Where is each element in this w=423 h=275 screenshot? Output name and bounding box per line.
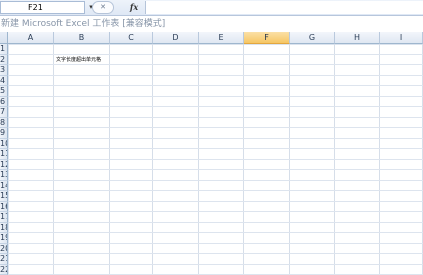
column-gridline	[198, 44, 199, 275]
row-header-2[interactable]: 2	[0, 54, 8, 65]
row-header-14[interactable]: 14	[0, 180, 8, 191]
column-header-b[interactable]: B	[54, 32, 110, 44]
row-gridline	[8, 158, 423, 160]
row-gridline	[8, 137, 423, 139]
row-gridline	[8, 116, 423, 118]
row-header-4[interactable]: 4	[0, 75, 8, 86]
row-gridline	[8, 221, 423, 223]
row-header-3[interactable]: 3	[0, 65, 8, 76]
column-header-a[interactable]: A	[8, 32, 54, 44]
column-header-f[interactable]: F	[244, 32, 290, 44]
row-gridline	[8, 242, 423, 244]
cell-b2[interactable]: 文字长度超出单元格	[56, 56, 101, 64]
row-gridline	[8, 169, 423, 170]
row-gridline	[8, 211, 423, 212]
row-header-12[interactable]: 12	[0, 159, 8, 170]
row-gridline	[8, 263, 423, 265]
formula-bar: F21 ▾ ✕ fx	[0, 0, 423, 16]
column-header-h[interactable]: H	[335, 32, 380, 44]
row-gridline	[8, 64, 423, 65]
row-gridline	[8, 200, 423, 202]
workbook-title: 新建 Microsoft Excel 工作表 [兼容模式]	[1, 19, 166, 29]
name-box[interactable]: F21	[0, 1, 85, 14]
column-gridline	[289, 44, 290, 275]
row-gridline	[8, 190, 423, 191]
row-header-6[interactable]: 6	[0, 96, 8, 107]
column-header-c[interactable]: C	[110, 32, 153, 44]
close-icon[interactable]: ✕	[92, 1, 114, 14]
column-header-e[interactable]: E	[199, 32, 244, 44]
row-header-10[interactable]: 10	[0, 138, 8, 149]
row-header-13[interactable]: 13	[0, 170, 8, 181]
column-gridline	[152, 44, 153, 275]
row-header-9[interactable]: 9	[0, 128, 8, 139]
row-gridline	[8, 148, 423, 149]
row-header-7[interactable]: 7	[0, 107, 8, 118]
row-header-17[interactable]: 17	[0, 212, 8, 223]
name-box-value: F21	[28, 3, 43, 12]
column-gridline	[334, 44, 335, 275]
spreadsheet-grid: ABCDEFGHI1234567891011121314151617181920…	[0, 32, 423, 275]
row-gridline	[8, 74, 423, 76]
cell-area[interactable]	[8, 44, 423, 275]
column-gridline	[243, 44, 244, 275]
row-gridline	[8, 127, 423, 128]
row-gridline	[8, 106, 423, 107]
column-gridline	[53, 44, 54, 275]
column-gridline	[379, 44, 380, 275]
select-all-icon[interactable]	[0, 32, 8, 44]
row-header-15[interactable]: 15	[0, 191, 8, 202]
row-gridline	[8, 232, 423, 233]
row-gridline	[8, 85, 423, 86]
workbook-title-bar: 新建 Microsoft Excel 工作表 [兼容模式]	[0, 16, 423, 33]
row-header-19[interactable]: 19	[0, 233, 8, 244]
column-gridline	[109, 44, 110, 275]
row-header-16[interactable]: 16	[0, 201, 8, 212]
row-header-11[interactable]: 11	[0, 149, 8, 160]
row-gridline	[8, 253, 423, 254]
column-header-g[interactable]: G	[290, 32, 335, 44]
row-header-20[interactable]: 20	[0, 243, 8, 254]
function-icon[interactable]: fx	[127, 1, 141, 14]
row-header-21[interactable]: 21	[0, 254, 8, 265]
row-gridline	[8, 95, 423, 97]
column-header-d[interactable]: D	[153, 32, 199, 44]
row-gridline	[8, 53, 423, 55]
formula-input[interactable]	[145, 1, 423, 14]
column-header-i[interactable]: I	[380, 32, 423, 44]
row-header-5[interactable]: 5	[0, 86, 8, 97]
row-header-1[interactable]: 1	[0, 44, 8, 55]
row-gridline	[8, 179, 423, 181]
row-header-22[interactable]: 22	[0, 264, 8, 275]
row-header-8[interactable]: 8	[0, 117, 8, 128]
row-header-18[interactable]: 18	[0, 222, 8, 233]
